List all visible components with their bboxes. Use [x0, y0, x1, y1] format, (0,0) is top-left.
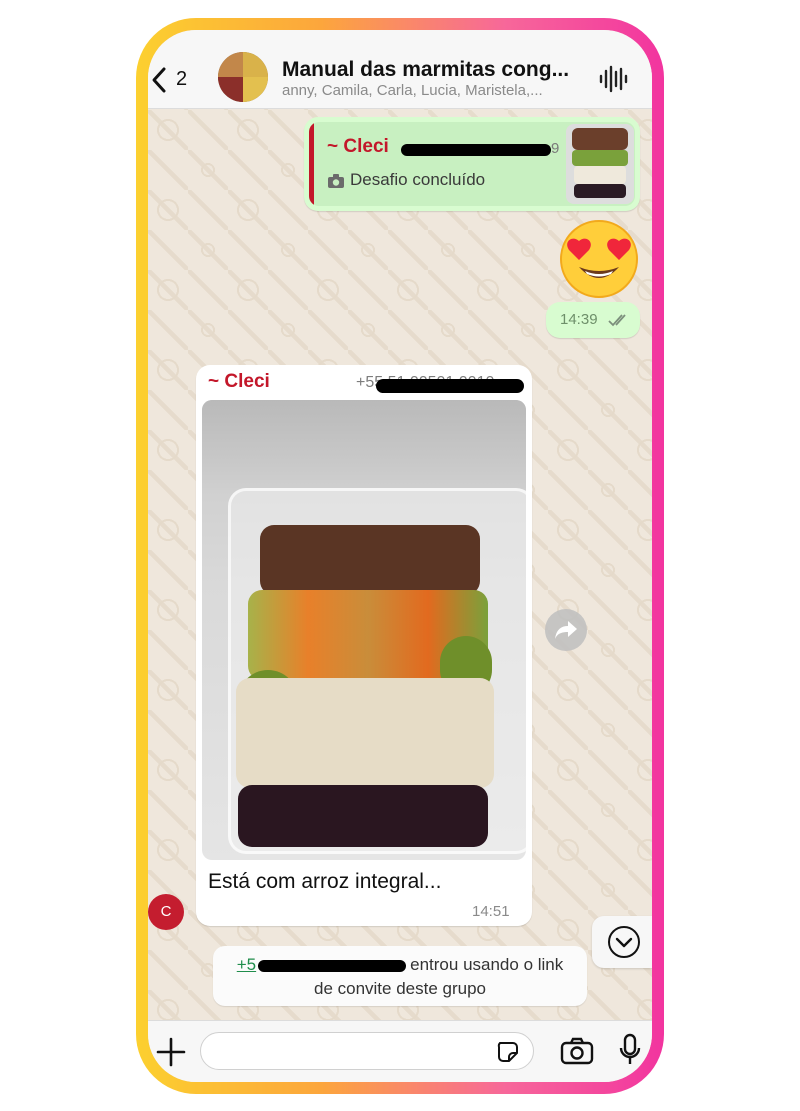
quoted-text: Desafio concluído	[350, 170, 486, 189]
quoted-message[interactable]: ~ Cleci 9 Desafio concluído	[309, 122, 635, 206]
outgoing-reply-bubble[interactable]: ~ Cleci 9 Desafio concluído	[304, 117, 640, 211]
back-button[interactable]: 2	[148, 60, 196, 96]
forward-button[interactable]	[545, 609, 587, 651]
system-message-text: entrou usando o link	[410, 955, 564, 974]
microphone-icon[interactable]	[618, 1033, 642, 1067]
group-avatar[interactable]	[218, 52, 268, 102]
quoted-thumbnail[interactable]	[566, 124, 634, 204]
message-input[interactable]	[200, 1032, 534, 1070]
system-message: +5 entrou usando o link de convite deste …	[213, 946, 587, 1006]
composer-bar	[148, 1020, 652, 1082]
voice-chat-icon[interactable]	[598, 64, 628, 94]
sender-avatar[interactable]: C	[148, 894, 184, 930]
incoming-photo-bubble[interactable]: ~ Cleci +55 51 00501 0010 Está com arroz…	[196, 365, 532, 926]
chat-screen: 2 Manual das marmitas cong... anny, Cami…	[148, 30, 652, 1082]
joined-user-link[interactable]: +5	[237, 955, 256, 974]
group-name[interactable]: Manual das marmitas cong...	[282, 58, 569, 82]
camera-icon	[328, 174, 344, 188]
forward-icon	[555, 621, 577, 639]
chevron-left-icon	[152, 67, 166, 93]
redacted-phone	[376, 379, 524, 393]
sticker-icon[interactable]	[496, 1040, 520, 1064]
redacted-phone	[258, 959, 407, 972]
beef-layer	[260, 525, 480, 595]
chevron-down-circle-icon	[608, 926, 640, 958]
scroll-to-bottom-button[interactable]	[592, 916, 652, 968]
sender-name[interactable]: ~ Cleci	[208, 371, 270, 393]
message-caption: Está com arroz integral...	[208, 870, 442, 893]
chat-header: 2 Manual das marmitas cong... anny, Cami…	[148, 30, 652, 109]
system-message-line2: de convite deste grupo	[313, 979, 486, 998]
system-message-line1: +5 entrou usando o link	[213, 955, 587, 975]
heart-eyes-emoji[interactable]	[557, 217, 641, 301]
food-photo[interactable]	[202, 400, 526, 860]
outgoing-time-bubble[interactable]: 14:39	[546, 302, 640, 338]
double-check-icon	[608, 314, 626, 327]
quoted-sender: ~ Cleci	[327, 136, 389, 157]
group-members[interactable]: anny, Camila, Carla, Lucia, Maristela,..…	[282, 82, 543, 99]
unread-count: 2	[176, 68, 188, 90]
quoted-phone-tail: 9	[551, 140, 560, 157]
redacted-phone	[401, 144, 551, 156]
quote-bar	[309, 122, 314, 206]
message-time: 14:39	[560, 311, 598, 328]
rice-layer	[236, 678, 494, 788]
camera-icon[interactable]	[560, 1037, 594, 1065]
message-time: 14:51	[472, 903, 510, 920]
beans-layer	[238, 785, 488, 847]
plus-icon[interactable]	[156, 1037, 186, 1067]
